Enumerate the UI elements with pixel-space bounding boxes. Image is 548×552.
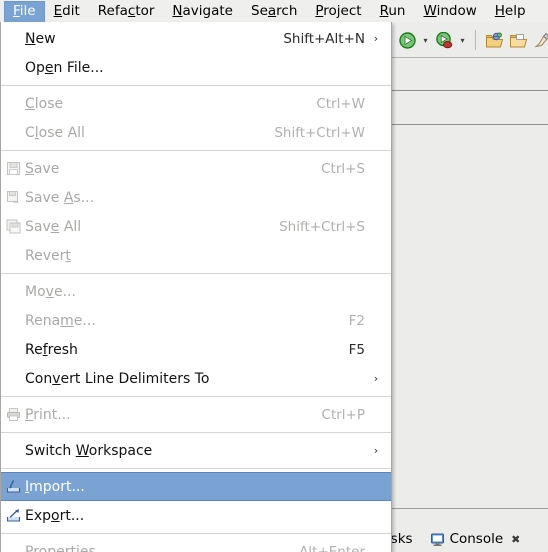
- menu-item-switch-workspace[interactable]: Switch Workspace ›: [1, 436, 391, 465]
- menu-item-label: Save All: [25, 218, 82, 235]
- menu-item-label: Switch Workspace: [25, 442, 153, 459]
- menu-item-convert-line-delimiters-to[interactable]: Convert Line Delimiters To ›: [1, 364, 391, 393]
- view-tab-console[interactable]: Console ✖: [423, 526, 531, 552]
- menu-item-shortcut: Ctrl+P: [321, 406, 365, 423]
- debug-button[interactable]: [433, 28, 455, 52]
- save-icon: [1, 161, 25, 176]
- menubar-item-help[interactable]: Help: [486, 1, 535, 23]
- menu-item-revert: Revert: [1, 241, 391, 270]
- console-icon: [430, 532, 445, 547]
- menu-item-label: Print...: [25, 406, 71, 423]
- menu-item-shortcut: F2: [348, 312, 365, 329]
- panel-divider-second: [392, 124, 548, 125]
- menu-item-label: New: [25, 30, 56, 47]
- menu-item-open-file[interactable]: Open File...: [1, 53, 391, 82]
- submenu-arrow-icon: ›: [373, 444, 379, 457]
- menubar-item-file[interactable]: File: [4, 0, 45, 23]
- menu-item-label: Import...: [25, 478, 85, 495]
- menu-item-move: Move...: [1, 277, 391, 306]
- save-as-icon: [1, 190, 25, 205]
- menubar-item-search[interactable]: Search: [242, 1, 306, 23]
- menu-item-new[interactable]: New Shift+Alt+N ›: [1, 24, 391, 53]
- menu-item-save: Save Ctrl+S: [1, 154, 391, 183]
- menu-item-shortcut: F5: [348, 341, 365, 358]
- menubar-item-edit[interactable]: Edit: [45, 1, 89, 23]
- menu-item-label: Save As...: [25, 189, 95, 206]
- menu-item-shortcut: Shift+Ctrl+S: [279, 218, 365, 235]
- export-icon: [1, 508, 25, 523]
- menu-item-label: Close All: [25, 124, 85, 141]
- menu-item-label: Convert Line Delimiters To: [25, 370, 210, 387]
- menu-item-shortcut: Ctrl+S: [321, 160, 365, 177]
- menu-item-shortcut: Alt+Enter: [299, 543, 365, 552]
- menu-separator: [1, 396, 391, 397]
- menu-item-import[interactable]: Import...: [1, 472, 391, 501]
- menu-item-shortcut: Shift+Ctrl+W: [274, 124, 365, 141]
- menu-item-shortcut: Ctrl+W: [316, 95, 365, 112]
- menu-item-print: Print... Ctrl+P: [1, 400, 391, 429]
- toolbar-button-group: ▾ ▾: [396, 27, 548, 53]
- view-tab-label: Console: [449, 531, 504, 547]
- menu-item-export[interactable]: Export...: [1, 501, 391, 530]
- menu-item-shortcut: Shift+Alt+N: [283, 30, 365, 47]
- toolbar-separator: [475, 30, 476, 50]
- import-icon: [1, 479, 25, 494]
- menu-item-save-as: Save As...: [1, 183, 391, 212]
- debug-dropdown-arrow[interactable]: ▾: [457, 28, 468, 52]
- menu-item-close: Close Ctrl+W: [1, 89, 391, 118]
- submenu-arrow-icon: ›: [373, 32, 379, 45]
- menu-item-properties: Properties Alt+Enter: [1, 537, 391, 552]
- new-package-button[interactable]: [483, 28, 505, 52]
- file-dropdown-menu[interactable]: New Shift+Alt+N › Open File... Close Ctrl+W Cl…: [0, 22, 392, 552]
- menu-item-label: Move...: [25, 283, 76, 300]
- menubar-item-refactor[interactable]: Refactor: [89, 1, 164, 23]
- run-button[interactable]: [396, 28, 418, 52]
- menu-item-label: Properties: [25, 543, 96, 552]
- menu-item-label: Open File...: [25, 59, 104, 76]
- menu-separator: [1, 85, 391, 86]
- print-icon: [1, 407, 25, 422]
- menu-item-label: Close: [25, 95, 64, 112]
- menu-item-label: Refresh: [25, 341, 78, 358]
- menu-separator: [1, 273, 391, 274]
- close-icon[interactable]: ✖: [511, 533, 520, 546]
- menu-item-refresh[interactable]: Refresh F5: [1, 335, 391, 364]
- menu-item-save-all: Save All Shift+Ctrl+S: [1, 212, 391, 241]
- eclipse-workbench-window: ProblemsTasksConsole✖ ▾ ▾: [0, 0, 548, 552]
- menu-item-rename: Rename... F2: [1, 306, 391, 335]
- menu-item-label: Export...: [25, 507, 85, 524]
- menu-item-label: Rename...: [25, 312, 96, 329]
- menubar-item-window[interactable]: Window: [415, 1, 486, 23]
- menubar-item-project[interactable]: Project: [306, 1, 370, 23]
- menubar-item-run[interactable]: Run: [371, 1, 415, 23]
- menu-bar: File Edit Refactor Navigate Search Project Run…: [0, 0, 548, 23]
- menu-separator: [1, 432, 391, 433]
- menu-item-label: Revert: [25, 247, 71, 264]
- menu-separator: [1, 468, 391, 469]
- save-all-icon: [1, 219, 25, 234]
- menubar-item-navigate[interactable]: Navigate: [163, 1, 242, 23]
- panel-divider-top: [392, 90, 548, 91]
- menu-separator: [1, 533, 391, 534]
- run-dropdown-arrow[interactable]: ▾: [420, 28, 431, 52]
- menu-separator: [1, 150, 391, 151]
- tool-button-1[interactable]: [531, 28, 548, 52]
- submenu-arrow-icon: ›: [373, 372, 379, 385]
- open-folder-button[interactable]: [507, 28, 529, 52]
- menu-item-close-all: Close All Shift+Ctrl+W: [1, 118, 391, 147]
- menu-item-label: Save: [25, 160, 60, 177]
